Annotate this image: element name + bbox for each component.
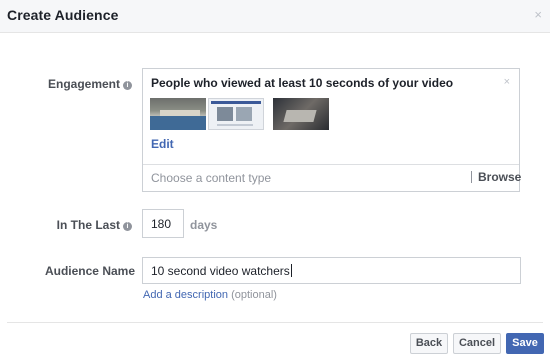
thumbnail-bar: [211, 101, 261, 104]
dialog-title: Create Audience: [7, 7, 119, 23]
add-description-link[interactable]: Add a description: [143, 289, 228, 301]
content-type-row[interactable]: Choose a content type Browse: [143, 164, 521, 191]
thumbnail-water: [150, 116, 206, 130]
thumbnail-image: [236, 107, 252, 121]
in-the-last-label-row: In The Last i: [57, 218, 132, 232]
days-unit: days: [190, 218, 218, 232]
footer-divider: [7, 322, 543, 323]
text-caret: [290, 264, 292, 277]
optional-hint: (optional): [231, 289, 277, 301]
thumbnail-line: [217, 124, 253, 126]
engagement-label: Engagement: [47, 77, 120, 91]
in-the-last-label: In The Last: [56, 218, 120, 232]
audience-name-value: 10 second video watchers: [151, 264, 290, 278]
back-button[interactable]: Back: [410, 333, 448, 354]
remove-icon[interactable]: ×: [504, 76, 510, 88]
save-button[interactable]: Save: [506, 333, 544, 354]
audience-name-input[interactable]: 10 second video watchers: [142, 257, 521, 284]
dialog-header: Create Audience ×: [0, 0, 550, 33]
cancel-button[interactable]: Cancel: [453, 333, 501, 354]
selected-engagement-item: People who viewed at least 10 seconds of…: [143, 69, 519, 165]
create-audience-dialog: Create Audience × Engagement i People who…: [0, 0, 550, 359]
info-icon[interactable]: i: [123, 81, 132, 90]
engagement-label-row: Engagement i: [48, 77, 132, 91]
info-icon[interactable]: i: [123, 222, 132, 231]
description-row: Add a description (optional): [143, 289, 277, 301]
content-type-input[interactable]: Choose a content type: [151, 171, 271, 185]
days-input[interactable]: 180: [142, 209, 184, 238]
browse-button[interactable]: Browse: [478, 170, 521, 184]
engagement-box: People who viewed at least 10 seconds of…: [142, 68, 521, 192]
video-thumbnail: [150, 98, 206, 130]
close-icon[interactable]: ×: [534, 8, 542, 21]
audience-name-label: Audience Name: [44, 264, 135, 278]
video-thumbnail: [273, 98, 329, 130]
edit-link[interactable]: Edit: [151, 137, 174, 151]
browse-divider: [471, 171, 472, 183]
selected-engagement-title: People who viewed at least 10 seconds of…: [151, 76, 454, 90]
thumbnail-laptop: [283, 110, 317, 122]
thumbnail-image: [217, 107, 233, 121]
video-thumbnail: [208, 98, 264, 130]
